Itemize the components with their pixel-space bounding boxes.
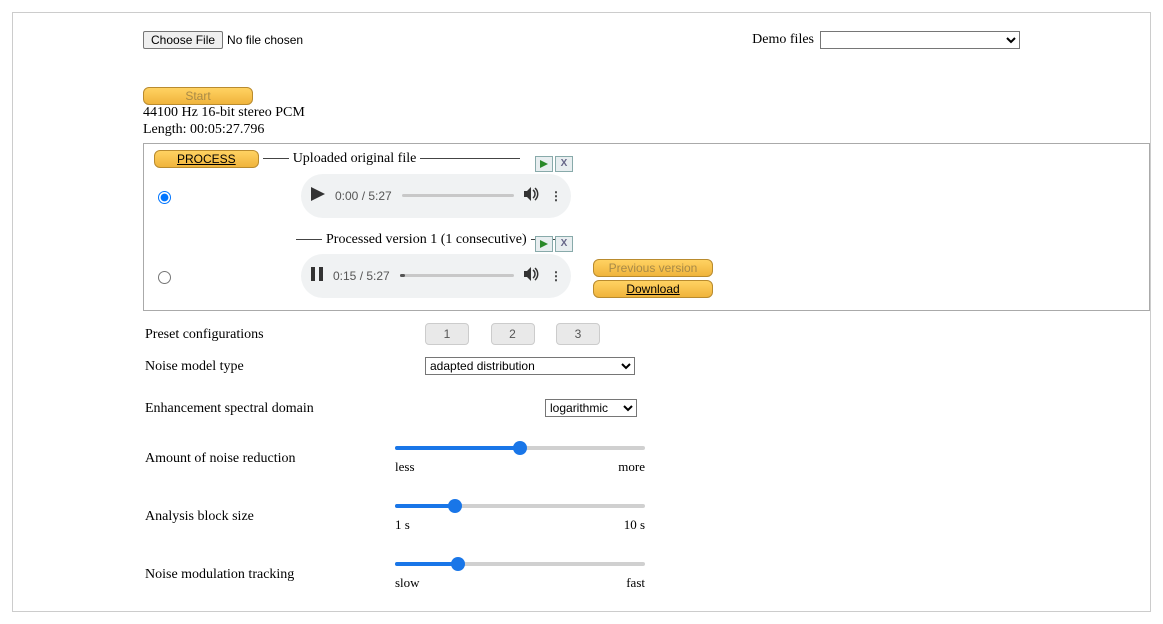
kebab-menu-icon[interactable]: ⋮ bbox=[550, 189, 561, 203]
version-buttons: Previous version Download bbox=[593, 259, 713, 298]
settings-area: Preset configurations 1 2 3 Noise model … bbox=[145, 323, 1150, 591]
preset-row: Preset configurations 1 2 3 bbox=[145, 323, 1150, 345]
noise-model-row: Noise model type adapted distribution bbox=[145, 357, 1150, 375]
top-row: Choose File No file chosen Demo files bbox=[13, 31, 1150, 49]
select-processed-radio[interactable] bbox=[158, 271, 171, 284]
choose-file-button[interactable]: Choose File bbox=[143, 31, 223, 49]
spectral-row: Enhancement spectral domain logarithmic bbox=[145, 399, 1150, 417]
demo-files-select[interactable] bbox=[820, 31, 1020, 49]
audio-length-text: Length: 00:05:27.796 bbox=[143, 122, 1150, 139]
legend-original-label: Uploaded original file bbox=[293, 151, 417, 167]
start-button[interactable]: Start bbox=[143, 87, 253, 105]
slider-label: Analysis block size bbox=[145, 507, 395, 525]
slider-label: Amount of noise reduction bbox=[145, 449, 395, 467]
mini-play-icon[interactable] bbox=[535, 236, 553, 252]
legend-line-icon bbox=[263, 158, 289, 159]
audio-panel: PROCESS Uploaded original file X 0:00 / … bbox=[143, 143, 1150, 311]
download-button[interactable]: Download bbox=[593, 280, 713, 298]
legend-line-icon bbox=[420, 158, 520, 159]
demo-files-row: Demo files bbox=[752, 31, 1020, 49]
volume-icon[interactable] bbox=[524, 187, 540, 204]
spectral-domain-select[interactable]: logarithmic bbox=[545, 399, 637, 417]
progress-bar[interactable] bbox=[400, 274, 514, 277]
previous-version-button[interactable]: Previous version bbox=[593, 259, 713, 277]
kebab-menu-icon[interactable]: ⋮ bbox=[550, 269, 561, 283]
legend-line-icon bbox=[296, 239, 322, 240]
time-display: 0:00 / 5:27 bbox=[335, 189, 392, 203]
audio-row-processed: X 0:15 / 5:27 ⋮ Previous version Downloa… bbox=[154, 254, 1139, 298]
time-display: 0:15 / 5:27 bbox=[333, 269, 390, 283]
slider-track[interactable] bbox=[395, 557, 645, 571]
mini-play-icon[interactable] bbox=[535, 156, 553, 172]
overlay-controls: X bbox=[535, 156, 573, 172]
legend-processed-row: Processed version 1 (1 consecutive) bbox=[292, 232, 1139, 248]
slider-left-label: slow bbox=[395, 575, 420, 591]
slider-right-label: 10 s bbox=[624, 517, 645, 533]
start-block: Start 44100 Hz 16-bit stereo PCM Length:… bbox=[13, 87, 1150, 139]
slider-right-label: fast bbox=[626, 575, 645, 591]
slider-thumb-icon[interactable] bbox=[448, 499, 462, 513]
preset-3-button[interactable]: 3 bbox=[556, 323, 600, 345]
audio-format-text: 44100 Hz 16-bit stereo PCM bbox=[143, 105, 1150, 122]
slider-row: Noise modulation trackingslow fast bbox=[145, 557, 1150, 591]
preset-2-button[interactable]: 2 bbox=[491, 323, 535, 345]
slider-thumb-icon[interactable] bbox=[513, 441, 527, 455]
slider-label: Noise modulation tracking bbox=[145, 565, 395, 583]
slider-thumb-icon[interactable] bbox=[451, 557, 465, 571]
slider-control: less more bbox=[395, 441, 645, 475]
main-panel: Choose File No file chosen Demo files St… bbox=[12, 12, 1151, 612]
slider-track[interactable] bbox=[395, 499, 645, 513]
mini-close-icon[interactable]: X bbox=[555, 236, 573, 252]
slider-row: Analysis block size1 s 10 s bbox=[145, 499, 1150, 533]
noise-model-label: Noise model type bbox=[145, 357, 395, 375]
audio-player-original: X 0:00 / 5:27 ⋮ bbox=[301, 174, 571, 218]
legend-original-row: PROCESS Uploaded original file bbox=[154, 150, 1139, 168]
preset-1-button[interactable]: 1 bbox=[425, 323, 469, 345]
file-name-text: No file chosen bbox=[227, 33, 303, 47]
demo-files-label: Demo files bbox=[752, 32, 814, 48]
volume-icon[interactable] bbox=[524, 267, 540, 284]
slider-left-label: less bbox=[395, 459, 415, 475]
progress-bar[interactable] bbox=[402, 194, 514, 197]
audio-player-processed: X 0:15 / 5:27 ⋮ bbox=[301, 254, 571, 298]
play-icon[interactable] bbox=[311, 187, 325, 204]
spectral-domain-label: Enhancement spectral domain bbox=[145, 399, 325, 417]
file-chooser: Choose File No file chosen bbox=[143, 31, 303, 49]
overlay-controls: X bbox=[535, 236, 573, 252]
process-button[interactable]: PROCESS bbox=[154, 150, 259, 168]
slider-control: slow fast bbox=[395, 557, 645, 591]
pause-icon[interactable] bbox=[311, 267, 323, 284]
mini-close-icon[interactable]: X bbox=[555, 156, 573, 172]
inner-wrap: Choose File No file chosen Demo files St… bbox=[13, 13, 1150, 591]
noise-model-select[interactable]: adapted distribution bbox=[425, 357, 635, 375]
slider-right-label: more bbox=[618, 459, 645, 475]
legend-processed-label: Processed version 1 (1 consecutive) bbox=[326, 232, 527, 248]
sliders-host: Amount of noise reductionless more Analysi… bbox=[145, 441, 1150, 591]
slider-control: 1 s 10 s bbox=[395, 499, 645, 533]
slider-row: Amount of noise reductionless more bbox=[145, 441, 1150, 475]
slider-left-label: 1 s bbox=[395, 517, 410, 533]
audio-row-original: X 0:00 / 5:27 ⋮ bbox=[154, 174, 1139, 218]
preset-label: Preset configurations bbox=[145, 325, 395, 343]
slider-track[interactable] bbox=[395, 441, 645, 455]
select-original-radio[interactable] bbox=[158, 191, 171, 204]
